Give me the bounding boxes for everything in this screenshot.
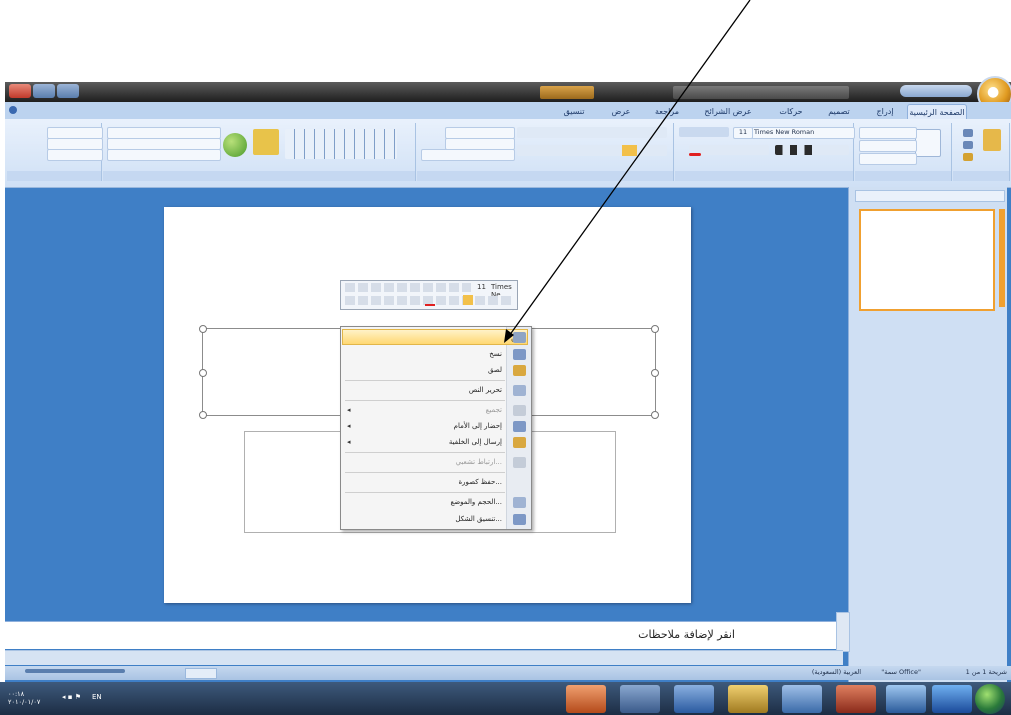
annotation-arrow bbox=[504, 0, 751, 343]
